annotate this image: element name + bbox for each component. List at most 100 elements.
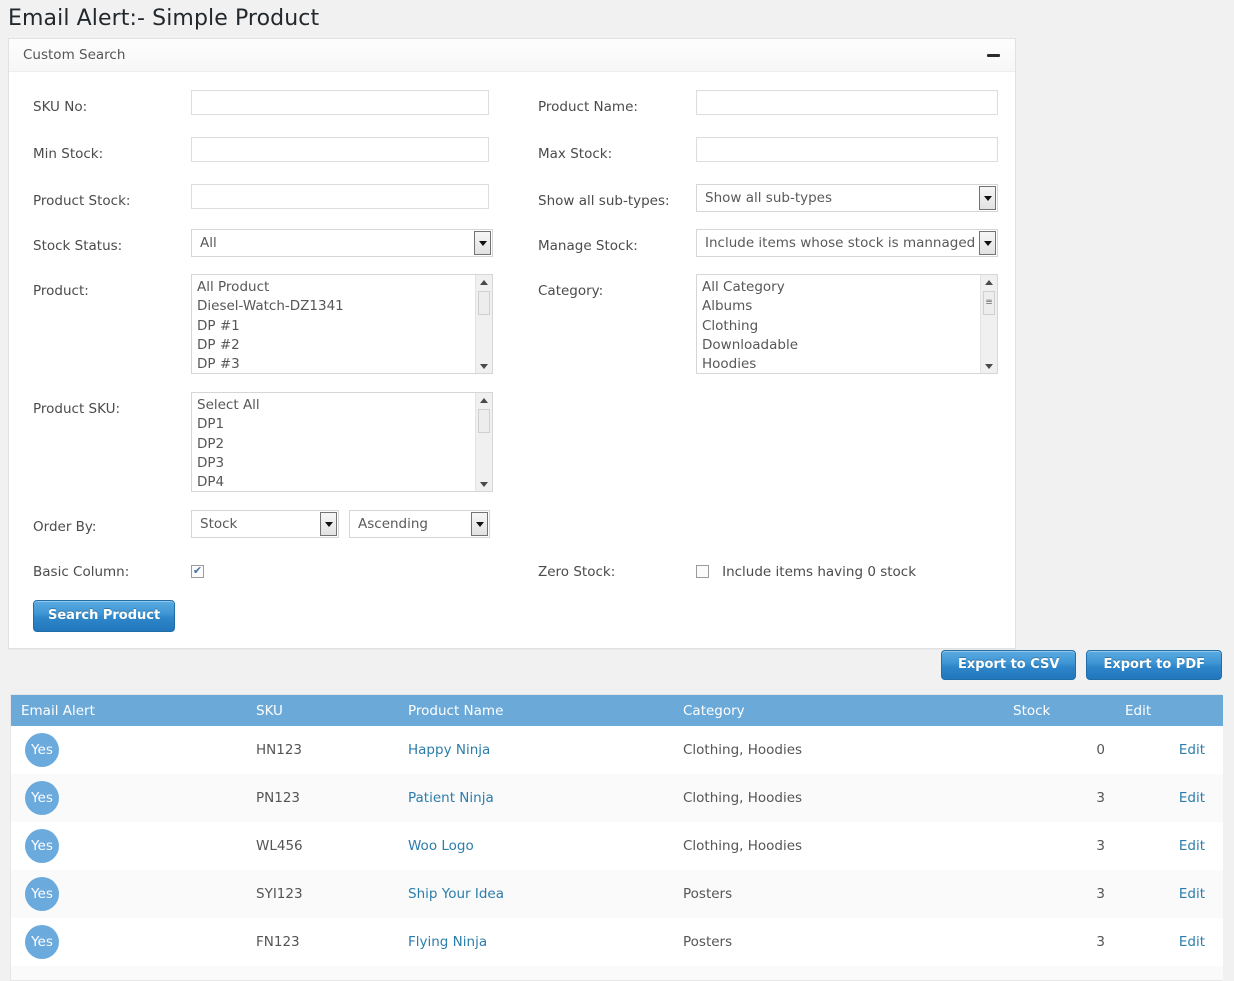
product-name-link[interactable]: Woo Logo	[408, 838, 474, 854]
order-by-field-select[interactable]: Stock	[191, 510, 339, 538]
scrollbar-thumb[interactable]	[478, 409, 490, 433]
category-listbox-scrollbar[interactable]	[980, 275, 997, 373]
product-name-link[interactable]: Flying Ninja	[408, 934, 487, 950]
product-option-list[interactable]: All Product Diesel-Watch-DZ1341 DP #1 DP…	[192, 275, 475, 373]
list-item[interactable]: DP4	[197, 473, 475, 491]
chevron-down-icon[interactable]	[320, 512, 337, 536]
export-buttons: Export to CSV Export to PDF	[940, 650, 1222, 680]
cell-edit: Edit	[1115, 822, 1223, 870]
cell-email-alert: Yes	[11, 918, 246, 966]
chevron-down-icon[interactable]	[471, 512, 488, 536]
cell-product-name: Ship Your Idea	[398, 870, 673, 918]
chevron-down-icon[interactable]	[474, 231, 491, 255]
product-name-link[interactable]: Happy Ninja	[408, 742, 490, 758]
list-item[interactable]: All Product	[197, 278, 475, 297]
email-alert-badge[interactable]: Yes	[25, 829, 59, 863]
chevron-down-icon[interactable]	[979, 186, 996, 210]
product-name-link[interactable]: Patient Ninja	[408, 790, 494, 806]
category-option-list[interactable]: All Category Albums Clothing Downloadabl…	[697, 275, 980, 373]
label-product-sku: Product SKU:	[33, 401, 121, 417]
edit-link[interactable]: Edit	[1179, 886, 1205, 902]
field-stock-status: Stock Status: All	[25, 229, 529, 260]
table-row: Yes PN123 Patient Ninja Clothing, Hoodie…	[11, 774, 1223, 822]
product-listbox-scrollbar[interactable]	[475, 275, 492, 373]
sku-no-input[interactable]	[191, 90, 489, 115]
list-item[interactable]: Clothing	[702, 317, 980, 336]
manage-stock-select[interactable]: Include items whose stock is mannaged	[696, 229, 998, 257]
label-zero-stock: Zero Stock:	[538, 564, 616, 580]
export-to-pdf-button[interactable]: Export to PDF	[1086, 650, 1222, 680]
product-stock-input[interactable]	[191, 184, 489, 209]
list-item[interactable]: DP #2	[197, 336, 475, 355]
scroll-up-icon[interactable]	[476, 275, 492, 289]
minus-icon[interactable]	[983, 45, 1003, 65]
email-alert-badge[interactable]: Yes	[25, 781, 59, 815]
results-table-head: Email Alert SKU Product Name Category St…	[11, 695, 1223, 726]
basic-column-checkbox[interactable]	[191, 564, 204, 578]
list-item[interactable]: DP #3	[197, 355, 475, 373]
chevron-down-icon[interactable]	[979, 231, 996, 255]
cell-email-alert: Yes	[11, 870, 246, 918]
column-header-sku[interactable]: SKU	[246, 695, 398, 726]
list-item[interactable]: DP2	[197, 435, 475, 454]
field-sku-no: SKU No:	[25, 90, 529, 121]
scrollbar-thumb[interactable]	[983, 291, 995, 315]
cell-edit: Edit	[1115, 870, 1223, 918]
max-stock-input[interactable]	[696, 137, 998, 162]
scroll-down-icon[interactable]	[981, 359, 997, 373]
product-name-link[interactable]: Ship Your Idea	[408, 886, 504, 902]
edit-link[interactable]: Edit	[1179, 790, 1205, 806]
product-sku-listbox[interactable]: Select All DP1 DP2 DP3 DP4	[191, 392, 493, 492]
category-listbox[interactable]: All Category Albums Clothing Downloadabl…	[696, 274, 998, 374]
column-header-stock[interactable]: Stock	[1003, 695, 1115, 726]
search-product-button[interactable]: Search Product	[33, 600, 176, 632]
scroll-up-icon[interactable]	[476, 393, 492, 407]
scroll-down-icon[interactable]	[476, 359, 492, 373]
scrollbar-thumb[interactable]	[478, 291, 490, 315]
edit-link[interactable]: Edit	[1179, 742, 1205, 758]
product-sku-listbox-scrollbar[interactable]	[475, 393, 492, 491]
edit-link[interactable]: Edit	[1179, 934, 1205, 950]
email-alert-badge[interactable]: Yes	[25, 733, 59, 767]
field-manage-stock: Manage Stock: Include items whose stock …	[529, 229, 1009, 260]
product-sku-option-list[interactable]: Select All DP1 DP2 DP3 DP4	[192, 393, 475, 491]
table-row-spacer	[11, 966, 1223, 980]
cell-category: Clothing, Hoodies	[683, 742, 803, 758]
list-item[interactable]: DP3	[197, 454, 475, 473]
min-stock-input[interactable]	[191, 137, 489, 162]
label-min-stock: Min Stock:	[33, 146, 104, 162]
product-name-input[interactable]	[696, 90, 998, 115]
list-item[interactable]: DP1	[197, 415, 475, 434]
list-item[interactable]: Select All	[197, 396, 475, 415]
list-item[interactable]: Diesel-Watch-DZ1341	[197, 297, 475, 316]
list-item[interactable]: DP #1	[197, 317, 475, 336]
stock-status-select[interactable]: All	[191, 229, 493, 257]
email-alert-badge[interactable]: Yes	[25, 877, 59, 911]
page-title: Email Alert:- Simple Product	[8, 6, 320, 31]
email-alert-badge[interactable]: Yes	[25, 925, 59, 959]
export-to-csv-button[interactable]: Export to CSV	[940, 650, 1077, 680]
edit-link[interactable]: Edit	[1179, 838, 1205, 854]
table-row: Yes HN123 Happy Ninja Clothing, Hoodies …	[11, 726, 1223, 774]
scroll-up-icon[interactable]	[981, 275, 997, 289]
column-header-product-name[interactable]: Product Name	[398, 695, 673, 726]
cell-stock: 0	[1096, 742, 1105, 758]
product-listbox[interactable]: All Product Diesel-Watch-DZ1341 DP #1 DP…	[191, 274, 493, 374]
list-item[interactable]: Albums	[702, 297, 980, 316]
column-header-email-alert[interactable]: Email Alert	[11, 695, 246, 726]
label-max-stock: Max Stock:	[538, 146, 613, 162]
list-item[interactable]: Downloadable	[702, 336, 980, 355]
zero-stock-checkbox[interactable]	[696, 565, 709, 578]
column-header-category[interactable]: Category	[673, 695, 1003, 726]
list-item[interactable]: All Category	[702, 278, 980, 297]
show-sub-types-select[interactable]: Show all sub-types	[696, 184, 998, 212]
scroll-down-icon[interactable]	[476, 477, 492, 491]
list-item[interactable]: Hoodies	[702, 355, 980, 373]
panel-header[interactable]: Custom Search	[9, 39, 1015, 72]
column-header-edit[interactable]: Edit	[1115, 695, 1223, 726]
form-row-minstock-maxstock: Min Stock: Max Stock:	[25, 137, 999, 168]
label-show-sub-types: Show all sub-types:	[538, 193, 670, 209]
label-product: Product:	[33, 283, 89, 299]
table-row: Yes SYI123 Ship Your Idea Posters 3 Edit	[11, 870, 1223, 918]
order-by-direction-select[interactable]: Ascending	[349, 510, 490, 538]
